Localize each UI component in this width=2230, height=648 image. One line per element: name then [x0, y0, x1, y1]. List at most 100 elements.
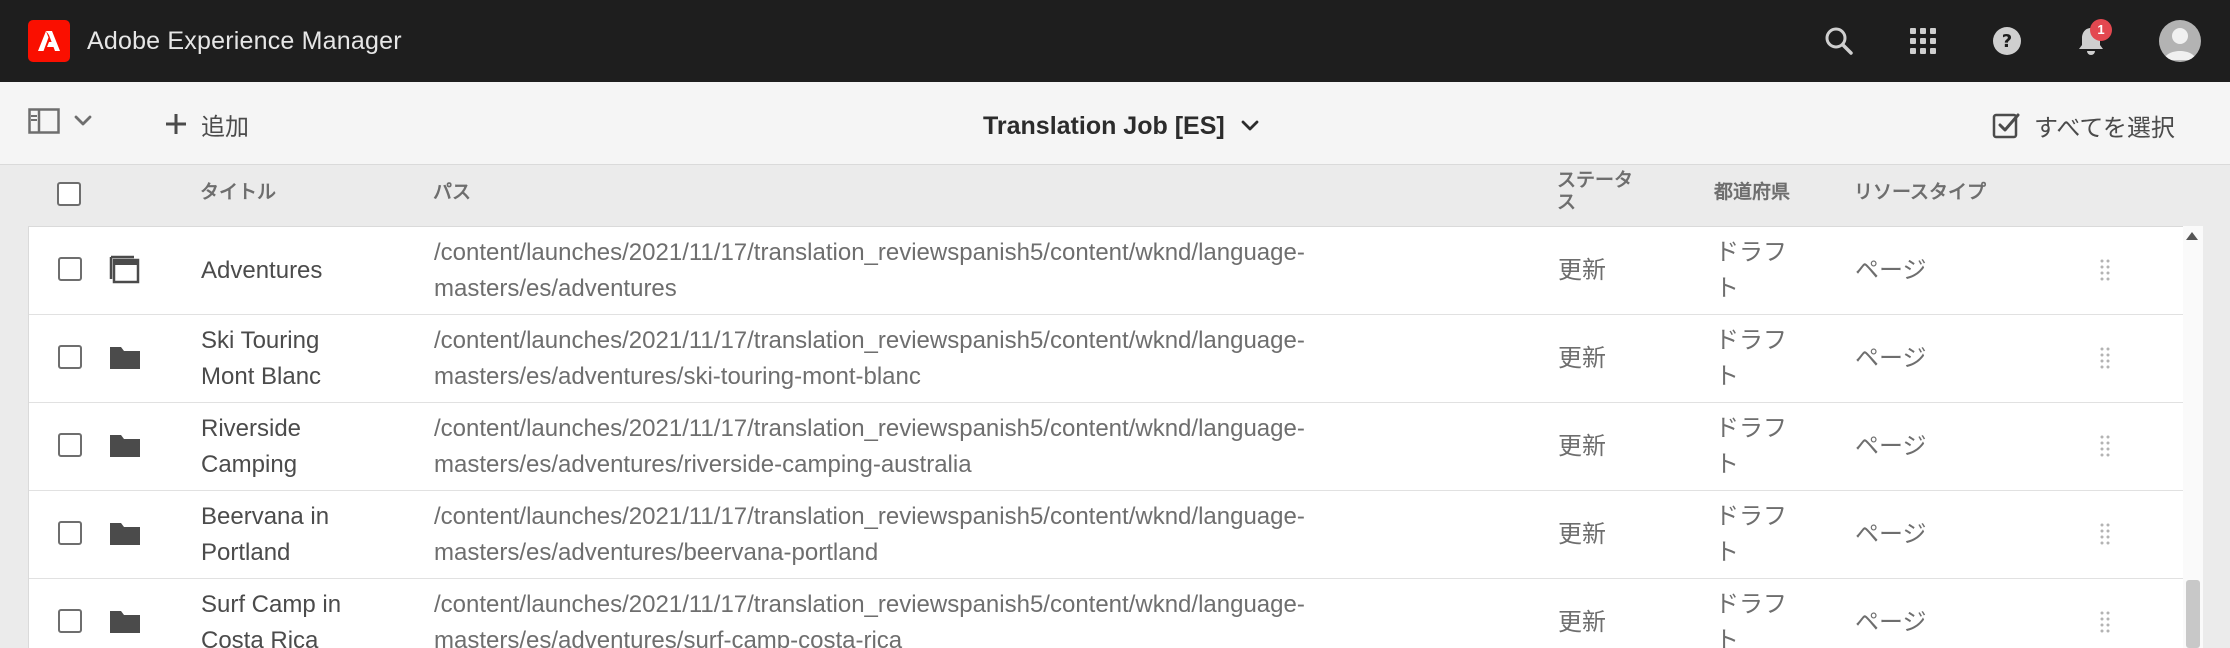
row-resource-type: ページ — [1855, 257, 1927, 284]
row-resource-type: ページ — [1855, 433, 1927, 460]
table-row[interactable]: Riverside Camping /content/launches/2021… — [29, 403, 2184, 491]
drag-handle-icon[interactable] — [2099, 434, 2111, 460]
column-header-title[interactable]: タイトル — [200, 182, 276, 204]
folder-icon — [109, 519, 141, 551]
row-title-line2: Camping — [201, 451, 298, 478]
table-row[interactable]: Beervana in Portland /content/launches/2… — [29, 491, 2184, 579]
row-status: 更新 — [1558, 433, 1606, 460]
row-state-line1: ドラフ — [1715, 503, 1787, 530]
content-list: Adventures /content/launches/2021/11/17/… — [28, 226, 2184, 648]
page-icon — [109, 253, 141, 285]
column-header-status-line1: ステータ — [1557, 170, 1634, 191]
row-state-line1: ドラフ — [1715, 591, 1787, 618]
svg-text:?: ? — [2002, 31, 2012, 52]
row-resource-type: ページ — [1855, 345, 1927, 372]
row-state: ドラフ ト — [1715, 235, 1787, 307]
row-state-line1: ドラフ — [1715, 415, 1787, 442]
help-icon[interactable]: ? — [1986, 20, 2028, 62]
table-header: タイトル パス ステータ ス 都道府県 リソースタイプ — [0, 166, 2230, 226]
folder-icon — [109, 431, 141, 463]
row-path-line1: /content/launches/2021/11/17/translation… — [434, 591, 1305, 618]
search-icon[interactable] — [1818, 20, 1860, 62]
select-all-button[interactable]: すべてを選択 — [1992, 104, 2175, 146]
column-header-status[interactable]: ステータ ス — [1557, 170, 1633, 214]
row-checkbox[interactable] — [58, 521, 82, 545]
row-title: Riverside Camping — [201, 411, 301, 483]
app-title[interactable]: Adobe Experience Manager — [87, 25, 402, 57]
row-state-line2: ト — [1715, 363, 1739, 390]
row-status: 更新 — [1558, 521, 1606, 548]
row-path-line2: masters/es/adventures/surf-camp-costa-ri… — [434, 627, 903, 648]
scroll-up-arrow-icon[interactable] — [2186, 232, 2198, 240]
row-checkbox[interactable] — [58, 609, 82, 633]
add-button-label: 追加 — [201, 113, 249, 141]
row-path-line2: masters/es/adventures/beervana-portland — [434, 539, 879, 566]
plus-icon — [166, 114, 186, 134]
action-bar: 追加 Translation Job [ES] すべてを選択 — [0, 82, 2230, 165]
row-path-line1: /content/launches/2021/11/17/translation… — [434, 327, 1305, 354]
select-all-label: すべてを選択 — [2034, 114, 2175, 142]
drag-handle-icon[interactable] — [2099, 258, 2111, 284]
row-path-line2: masters/es/adventures/ski-touring-mont-b… — [434, 363, 921, 390]
adobe-logo-icon[interactable] — [28, 20, 70, 62]
drag-handle-icon[interactable] — [2099, 346, 2111, 372]
user-avatar-icon[interactable] — [2159, 20, 2201, 62]
drag-handle-icon[interactable] — [2099, 522, 2111, 548]
row-path: /content/launches/2021/11/17/translation… — [434, 323, 1305, 395]
folder-icon — [109, 343, 141, 375]
row-path: /content/launches/2021/11/17/translation… — [434, 411, 1305, 483]
row-title-line1: Beervana in — [201, 503, 330, 530]
shell-header: Adobe Experience Manager ? 1 — [0, 0, 2230, 82]
page-title: Translation Job [ES] — [983, 111, 1225, 140]
table-row[interactable]: Adventures /content/launches/2021/11/17/… — [29, 227, 2184, 315]
row-path: /content/launches/2021/11/17/translation… — [434, 235, 1305, 307]
row-state: ドラフ ト — [1715, 411, 1787, 483]
row-title: Beervana in Portland — [201, 499, 329, 571]
row-title-line1: Surf Camp in — [201, 591, 342, 618]
folder-icon — [109, 607, 141, 639]
notification-badge: 1 — [2090, 19, 2112, 41]
scrollbar-thumb[interactable] — [2186, 580, 2200, 648]
row-title-line2: Mont Blanc — [201, 363, 322, 390]
drag-handle-icon[interactable] — [2099, 610, 2111, 636]
row-resource-type: ページ — [1855, 521, 1927, 548]
row-state-line1: ドラフ — [1715, 327, 1787, 354]
row-resource-type: ページ — [1855, 609, 1927, 636]
row-checkbox[interactable] — [58, 345, 82, 369]
row-status: 更新 — [1558, 345, 1606, 372]
row-title-line1: Ski Touring — [201, 327, 320, 354]
rail-toggle-button[interactable] — [28, 108, 92, 134]
chevron-down-icon — [1241, 120, 1259, 131]
column-header-path[interactable]: パス — [433, 182, 471, 204]
add-button[interactable]: 追加 — [165, 102, 249, 146]
row-state: ドラフ ト — [1715, 587, 1787, 648]
column-header-status-line2: ス — [1557, 192, 1577, 213]
column-header-prefecture[interactable]: 都道府県 — [1714, 182, 1790, 204]
row-title: Surf Camp in Costa Rica — [201, 587, 341, 648]
row-state: ドラフ ト — [1715, 499, 1787, 571]
translation-job-selector[interactable]: Translation Job [ES] — [983, 106, 1259, 146]
row-title-line1: Riverside — [201, 415, 302, 442]
apps-grid-icon[interactable] — [1902, 20, 1944, 62]
row-title-line2: Portland — [201, 539, 291, 566]
row-checkbox[interactable] — [58, 433, 82, 457]
row-path-line1: /content/launches/2021/11/17/translation… — [434, 415, 1305, 442]
table-row[interactable]: Surf Camp in Costa Rica /content/launche… — [29, 579, 2184, 648]
select-all-checkbox[interactable] — [57, 182, 81, 206]
table-row[interactable]: Ski Touring Mont Blanc /content/launches… — [29, 315, 2184, 403]
row-title-line1: Adventures — [201, 257, 323, 284]
row-path: /content/launches/2021/11/17/translation… — [434, 499, 1305, 571]
row-path: /content/launches/2021/11/17/translation… — [434, 587, 1305, 648]
row-title: Ski Touring Mont Blanc — [201, 323, 321, 395]
row-state-line2: ト — [1715, 627, 1739, 648]
row-status: 更新 — [1558, 257, 1606, 284]
column-header-resource-type[interactable]: リソースタイプ — [1854, 182, 1986, 204]
row-path-line2: masters/es/adventures/riverside-camping-… — [434, 451, 972, 478]
rail-panel-icon — [28, 108, 60, 134]
row-state-line2: ト — [1715, 451, 1739, 478]
row-state: ドラフ ト — [1715, 323, 1787, 395]
row-state-line1: ドラフ — [1715, 239, 1787, 266]
row-title-line2: Costa Rica — [201, 627, 319, 648]
row-checkbox[interactable] — [58, 257, 82, 281]
row-status: 更新 — [1558, 609, 1606, 636]
